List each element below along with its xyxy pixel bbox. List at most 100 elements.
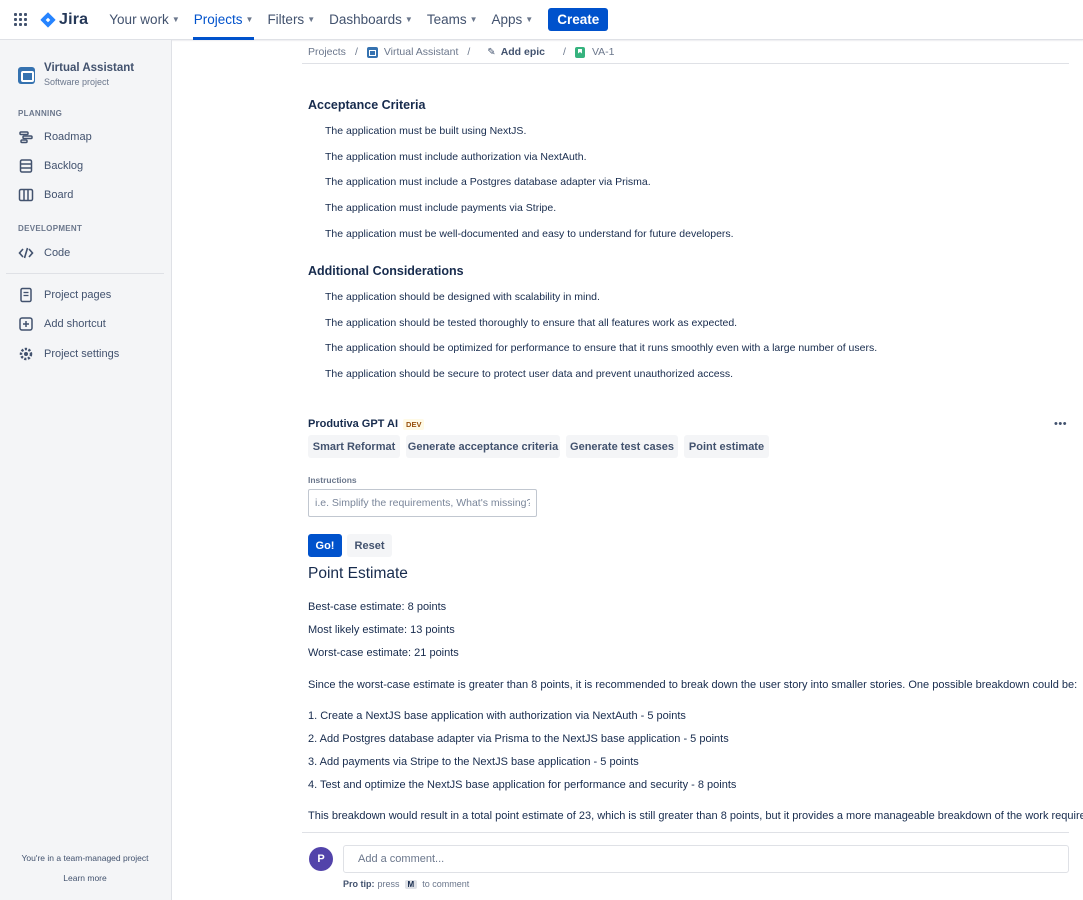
breakdown-item: 3. Add payments via Stripe to the NextJS… <box>308 756 639 768</box>
list-item: The application must include authorizati… <box>325 150 587 163</box>
breadcrumb-separator: / <box>563 46 566 58</box>
jira-logo[interactable]: Jira <box>40 11 88 29</box>
list-item: The application should be tested thoroug… <box>325 316 738 329</box>
pro-tip-press: press <box>377 879 400 889</box>
breakdown-item: 1. Create a NextJS base application with… <box>308 710 686 722</box>
dev-badge: DEV <box>403 418 425 430</box>
breakdown-item: 2. Add Postgres database adapter via Pri… <box>308 733 729 745</box>
acceptance-criteria-list: The application must be built using Next… <box>325 124 734 252</box>
nav-filters-label: Filters <box>267 12 305 27</box>
keyboard-shortcut-key: M <box>404 879 418 889</box>
most-likely-estimate: Most likely estimate: 13 points <box>308 624 455 636</box>
list-item: The application must include payments vi… <box>325 202 557 215</box>
breadcrumb-projects[interactable]: Projects <box>308 46 346 58</box>
project-avatar-icon <box>18 67 35 84</box>
nav-projects-label: Projects <box>193 12 243 27</box>
point-estimate-button[interactable]: Point estimate <box>684 435 769 458</box>
pro-tip: Pro tip: press M to comment <box>343 879 469 889</box>
sidebar-item-board-label: Board <box>44 189 74 201</box>
sidebar-item-project-settings-label: Project settings <box>44 348 120 360</box>
sidebar-item-code-label: Code <box>44 247 71 259</box>
additional-considerations-list: The application should be designed with … <box>325 290 877 393</box>
instructions-input[interactable] <box>308 489 537 517</box>
gpt-panel-name: Produtiva GPT AI <box>308 418 399 430</box>
list-item: The application must include a Postgres … <box>325 176 651 189</box>
sidebar-item-backlog[interactable]: Backlog <box>18 158 83 174</box>
planning-section-label: PLANNING <box>18 109 63 118</box>
point-estimate-heading: Point Estimate <box>308 565 408 582</box>
breadcrumb-issue-key[interactable]: VA-1 <box>592 46 615 58</box>
chevron-down-icon: ▼ <box>307 15 316 24</box>
sidebar-item-project-settings[interactable]: Project settings <box>18 346 119 362</box>
project-type: Software project <box>44 77 110 87</box>
project-name: Virtual Assistant <box>44 62 135 74</box>
pro-tip-label: Pro tip: <box>343 879 375 889</box>
acceptance-criteria-heading: Acceptance Criteria <box>308 98 426 112</box>
page-icon <box>20 287 32 303</box>
comment-divider <box>302 832 1069 833</box>
best-case-estimate: Best-case estimate: 8 points <box>308 601 447 613</box>
nav-apps[interactable]: Apps ▼ <box>485 0 541 40</box>
list-item: The application should be optimized for … <box>325 342 878 355</box>
nav-filters[interactable]: Filters ▼ <box>260 0 322 40</box>
nav-teams[interactable]: Teams ▼ <box>420 0 485 40</box>
learn-more-link[interactable]: Learn more <box>0 873 170 883</box>
pencil-icon: ✎ <box>487 46 496 58</box>
nav-dashboards-label: Dashboards <box>329 12 402 27</box>
go-button[interactable]: Go! <box>308 534 342 557</box>
backlog-icon <box>19 159 33 173</box>
list-item: The application must be built using Next… <box>325 125 527 137</box>
project-header[interactable]: Virtual Assistant Software project <box>18 62 134 87</box>
breadcrumb-separator: / <box>354 46 358 58</box>
jira-wordmark: Jira <box>59 10 89 28</box>
top-navigation: Jira Your work ▼ Projects ▼ Filters ▼ Dashb… <box>0 0 1083 40</box>
code-icon <box>18 247 34 259</box>
chevron-down-icon: ▼ <box>245 15 254 24</box>
comment-input[interactable]: Add a comment... <box>343 845 1069 873</box>
more-options-icon[interactable]: ••• <box>1054 418 1067 430</box>
story-icon <box>574 46 585 58</box>
sidebar-item-roadmap-label: Roadmap <box>44 131 92 143</box>
sidebar-item-board[interactable]: Board <box>18 187 73 203</box>
generate-test-cases-button[interactable]: Generate test cases <box>566 435 678 458</box>
add-epic-label: Add epic <box>500 46 546 58</box>
additional-considerations-heading: Additional Considerations <box>308 264 464 278</box>
team-managed-note: You're in a team-managed project <box>21 853 149 863</box>
smart-reformat-button[interactable]: Smart Reformat <box>308 435 400 458</box>
breadcrumb: Projects / Virtual Assistant / ✎ Add epi… <box>302 41 1069 64</box>
add-shortcut-icon <box>19 317 33 331</box>
breakdown-intro: Since the worst-case estimate is greater… <box>308 679 1078 691</box>
list-item: The application must be well-documented … <box>325 227 734 240</box>
sidebar-item-project-pages-label: Project pages <box>44 289 112 301</box>
roadmap-icon <box>19 131 33 144</box>
create-button[interactable]: Create <box>548 8 609 31</box>
add-epic-button[interactable]: ✎ Add epic <box>479 46 545 58</box>
nav-projects[interactable]: Projects ▼ <box>187 0 261 40</box>
list-item: The application should be designed with … <box>325 291 600 303</box>
generate-acceptance-criteria-button[interactable]: Generate acceptance criteria <box>406 435 560 458</box>
list-item: The application should be secure to prot… <box>325 368 734 381</box>
chevron-down-icon: ▼ <box>469 15 478 24</box>
sidebar-item-add-shortcut-label: Add shortcut <box>44 318 106 330</box>
gear-icon <box>19 347 33 361</box>
sidebar-item-add-shortcut[interactable]: Add shortcut <box>18 316 106 332</box>
app-switcher-icon[interactable] <box>14 12 28 27</box>
nav-apps-label: Apps <box>491 12 523 27</box>
breadcrumb-project[interactable]: Virtual Assistant <box>384 46 459 58</box>
sidebar-item-code[interactable]: Code <box>18 245 70 261</box>
avatar[interactable]: P <box>309 847 333 871</box>
sidebar-item-roadmap[interactable]: Roadmap <box>18 129 92 145</box>
chevron-down-icon: ▼ <box>171 15 180 24</box>
reset-button[interactable]: Reset <box>347 534 392 557</box>
nav-teams-label: Teams <box>426 12 467 27</box>
nav-dashboards[interactable]: Dashboards ▼ <box>322 0 420 40</box>
nav-your-work[interactable]: Your work ▼ <box>102 0 186 40</box>
chevron-down-icon: ▼ <box>404 15 413 24</box>
nav-your-work-label: Your work <box>109 12 169 27</box>
sidebar-divider <box>6 273 164 274</box>
breakdown-item: 4. Test and optimize the NextJS base app… <box>308 779 737 791</box>
sidebar-item-backlog-label: Backlog <box>44 160 84 172</box>
sidebar-item-project-pages[interactable]: Project pages <box>18 287 111 303</box>
gpt-panel-title: Produtiva GPT AI DEV <box>308 418 425 430</box>
worst-case-estimate: Worst-case estimate: 21 points <box>308 647 459 659</box>
